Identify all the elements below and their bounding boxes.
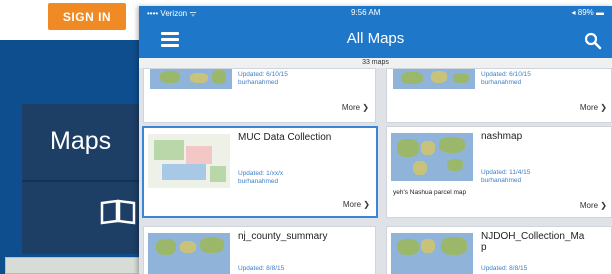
owner-name: burhanahmed	[238, 178, 279, 185]
owner-name: burhanahmed	[238, 79, 279, 86]
updated-date: Updated: 6/10/15	[238, 71, 288, 78]
nav-bar: All Maps	[139, 20, 612, 58]
updated-date: Updated: 8/8/15	[481, 265, 528, 272]
map-title: nashmap	[481, 131, 523, 142]
more-link[interactable]: More ❯	[580, 103, 607, 112]
side-panel-divider	[22, 180, 144, 182]
search-icon[interactable]	[584, 32, 602, 50]
more-link[interactable]: More ❯	[343, 200, 370, 209]
map-title: MUC Data Collection	[238, 132, 332, 143]
map-thumbnail	[148, 233, 230, 274]
map-card[interactable]: nj_county_summary Updated: 8/8/15	[143, 226, 376, 274]
map-title: NJDOH_Collection_Ma p	[481, 231, 584, 253]
page-title: All Maps	[346, 30, 405, 47]
battery-label: ◂ 89% ▬	[571, 8, 604, 17]
card-meta: Updated: 11/4/15 burhanahmed	[481, 169, 530, 185]
map-thumbnail	[391, 133, 473, 181]
app-window: •••• Verizon ᯤ 9:56 AM ◂ 89% ▬ All Maps …	[139, 6, 612, 274]
map-title-line2: p	[481, 242, 487, 253]
map-card[interactable]: nashmap Updated: 11/4/15 burhanahmed yeh…	[386, 126, 612, 218]
card-meta: Updated: 6/10/15 burhanahmed	[481, 71, 531, 87]
map-title: nj_county_summary	[238, 231, 328, 242]
map-card[interactable]: Updated: 6/10/15 burhanahmed More ❯	[143, 68, 376, 123]
updated-date: Updated: 1/xx/x	[238, 170, 284, 177]
map-thumbnail	[150, 69, 232, 89]
updated-date: Updated: 6/10/15	[481, 71, 531, 78]
carrier-label: •••• Verizon ᯤ	[147, 9, 197, 18]
more-link[interactable]: More ❯	[580, 201, 607, 210]
map-count: 33 maps	[139, 58, 612, 68]
map-card[interactable]: Updated: 6/10/15 burhanahmed More ❯	[386, 68, 612, 123]
map-card[interactable]: MUC Data Collection Updated: 1/xx/x burh…	[142, 126, 378, 218]
map-title-line1: NJDOH_Collection_Ma	[481, 231, 585, 242]
maps-nav-label[interactable]: Maps	[50, 127, 111, 156]
status-bar: •••• Verizon ᯤ 9:56 AM ◂ 89% ▬	[139, 6, 612, 20]
map-thumbnail	[148, 134, 230, 188]
updated-date: Updated: 8/8/15	[238, 265, 285, 272]
map-thumbnail	[391, 233, 473, 274]
map-card[interactable]: NJDOH_Collection_Ma p Updated: 8/8/15	[386, 226, 612, 274]
owner-name: burhanahmed	[481, 79, 522, 86]
more-link[interactable]: More ❯	[342, 103, 369, 112]
book-icon[interactable]	[98, 197, 138, 227]
map-thumbnail	[393, 69, 475, 89]
owner-name: burhanahmed	[481, 177, 522, 184]
updated-date: Updated: 11/4/15	[481, 169, 531, 176]
card-meta: Updated: 6/10/15 burhanahmed	[238, 71, 288, 87]
card-meta: Updated: 8/8/15	[238, 265, 284, 273]
card-meta: Updated: 1/xx/x burhanahmed	[238, 170, 283, 186]
time-label: 9:56 AM	[351, 8, 381, 17]
sign-in-button[interactable]: SIGN IN	[48, 3, 126, 30]
card-meta: Updated: 8/8/15	[481, 265, 527, 273]
background-toolbar	[5, 257, 145, 274]
map-description: yeh's Nashua parcel map	[393, 189, 467, 196]
